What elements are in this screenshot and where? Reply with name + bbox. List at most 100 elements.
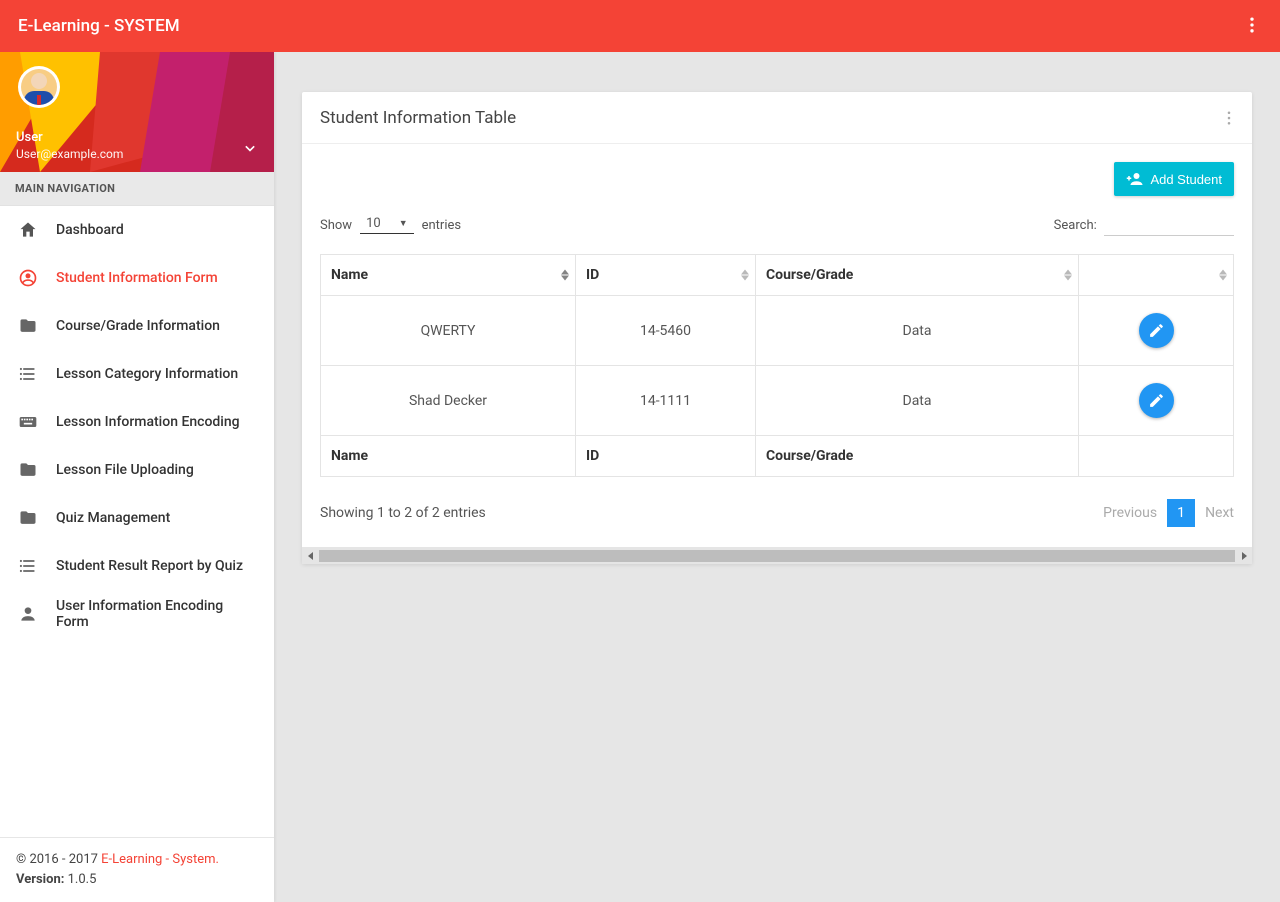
page-previous[interactable]: Previous [1103, 505, 1157, 521]
pagination: Previous 1 Next [1103, 499, 1234, 527]
sidebar-item-course-grade[interactable]: Course/Grade Information [0, 302, 274, 350]
col-course[interactable]: Course/Grade [756, 255, 1079, 296]
sort-icon [1219, 270, 1227, 281]
foot-id: ID [576, 436, 756, 477]
list-icon [18, 364, 38, 384]
more-vert-icon [1220, 109, 1238, 127]
sidebar-section-label: MAIN NAVIGATION [0, 172, 274, 206]
table-bottom: Showing 1 to 2 of 2 entries Previous 1 N… [320, 477, 1234, 545]
col-name[interactable]: Name [321, 255, 576, 296]
main-content: Student Information Table Add Student [274, 52, 1280, 902]
col-course-label: Course/Grade [766, 267, 853, 283]
sidebar-item-student-information[interactable]: Student Information Form [0, 254, 274, 302]
more-vert-icon [1242, 15, 1262, 35]
topbar-more-button[interactable] [1242, 15, 1262, 35]
col-actions[interactable] [1079, 255, 1234, 296]
sidebar-item-label: Student Information Form [56, 270, 218, 286]
list-icon [18, 556, 38, 576]
sidebar-item-dashboard[interactable]: Dashboard [0, 206, 274, 254]
person-add-icon [1126, 170, 1144, 188]
sidebar-nav: Dashboard Student Information Form Cours… [0, 206, 274, 837]
table-row: QWERTY 14-5460 Data [321, 296, 1234, 366]
cell-course: Data [756, 366, 1079, 436]
entries-select[interactable]: 10 ▼ [360, 216, 414, 234]
folder-icon [18, 460, 38, 480]
card-more-button[interactable] [1220, 109, 1238, 127]
folder-icon [18, 316, 38, 336]
add-student-label: Add Student [1150, 172, 1222, 187]
keyboard-icon [18, 412, 38, 432]
sidebar: User User@example.com MAIN NAVIGATION Da… [0, 52, 274, 902]
table-info: Showing 1 to 2 of 2 entries [320, 505, 486, 521]
col-id-label: ID [586, 267, 599, 283]
sidebar-item-quiz-management[interactable]: Quiz Management [0, 494, 274, 542]
footer-version-label: Version: [16, 872, 64, 887]
col-id[interactable]: ID [576, 255, 756, 296]
user-email: User@example.com [16, 146, 123, 162]
sidebar-footer: © 2016 - 2017 E-Learning - System. Versi… [0, 837, 274, 902]
home-icon [18, 220, 38, 240]
footer-copyright: © 2016 - 2017 [16, 852, 101, 867]
app-title: E-Learning - SYSTEM [18, 16, 180, 36]
search-input[interactable] [1104, 214, 1234, 236]
search-label: Search: [1054, 218, 1097, 233]
student-table-card: Student Information Table Add Student [302, 92, 1252, 564]
sidebar-item-lesson-upload[interactable]: Lesson File Uploading [0, 446, 274, 494]
cell-course: Data [756, 296, 1079, 366]
top-bar: E-Learning - SYSTEM [0, 0, 1280, 52]
foot-name: Name [321, 436, 576, 477]
edit-row-button[interactable] [1139, 313, 1174, 348]
sidebar-item-lesson-category[interactable]: Lesson Category Information [0, 350, 274, 398]
cell-name: Shad Decker [321, 366, 576, 436]
student-table: Name ID Course/Grade QWERTY 14-5460 Data [320, 254, 1234, 477]
page-number[interactable]: 1 [1167, 499, 1195, 527]
sidebar-item-student-result[interactable]: Student Result Report by Quiz [0, 542, 274, 590]
add-student-button[interactable]: Add Student [1114, 162, 1234, 196]
table-controls: Show 10 ▼ entries Search: [320, 208, 1234, 254]
user-name: User [16, 130, 123, 146]
table-footer-row: Name ID Course/Grade [321, 436, 1234, 477]
pencil-icon [1148, 322, 1165, 339]
entries-value: 10 [366, 216, 381, 231]
cell-actions [1079, 296, 1234, 366]
sidebar-item-label: Student Result Report by Quiz [56, 558, 243, 574]
sort-icon [1064, 270, 1072, 281]
account-circle-icon [18, 268, 38, 288]
scroll-right-arrow[interactable] [1235, 547, 1252, 564]
sidebar-item-lesson-encoding[interactable]: Lesson Information Encoding [0, 398, 274, 446]
sort-icon [741, 270, 749, 281]
footer-link[interactable]: E-Learning - System. [101, 852, 219, 867]
card-title: Student Information Table [320, 108, 516, 128]
page-next[interactable]: Next [1205, 505, 1234, 521]
entries-label: entries [422, 218, 462, 233]
footer-version-value: 1.0.5 [64, 872, 96, 887]
scroll-track[interactable] [319, 550, 1235, 562]
sidebar-item-label: User Information Encoding Form [56, 598, 256, 630]
sidebar-item-label: Lesson File Uploading [56, 462, 194, 478]
foot-actions [1079, 436, 1234, 477]
cell-id: 14-1111 [576, 366, 756, 436]
triangle-left-icon [307, 552, 315, 560]
sidebar-header: User User@example.com [0, 52, 274, 172]
user-menu-toggle[interactable] [240, 138, 260, 158]
triangle-right-icon [1240, 552, 1248, 560]
horizontal-scrollbar[interactable] [302, 547, 1252, 564]
sidebar-item-label: Quiz Management [56, 510, 170, 526]
col-name-label: Name [331, 267, 368, 283]
card-header: Student Information Table [302, 92, 1252, 144]
scroll-left-arrow[interactable] [302, 547, 319, 564]
sidebar-item-label: Lesson Category Information [56, 366, 238, 382]
avatar [18, 66, 60, 108]
sidebar-item-label: Dashboard [56, 222, 124, 238]
show-label: Show [320, 218, 352, 233]
edit-row-button[interactable] [1139, 383, 1174, 418]
sidebar-user-info[interactable]: User User@example.com [16, 130, 123, 162]
folder-icon [18, 508, 38, 528]
pencil-icon [1148, 392, 1165, 409]
sidebar-item-user-encoding[interactable]: User Information Encoding Form [0, 590, 274, 638]
cell-actions [1079, 366, 1234, 436]
table-header-row: Name ID Course/Grade [321, 255, 1234, 296]
sidebar-item-label: Lesson Information Encoding [56, 414, 240, 430]
person-icon [18, 604, 38, 624]
foot-course: Course/Grade [756, 436, 1079, 477]
